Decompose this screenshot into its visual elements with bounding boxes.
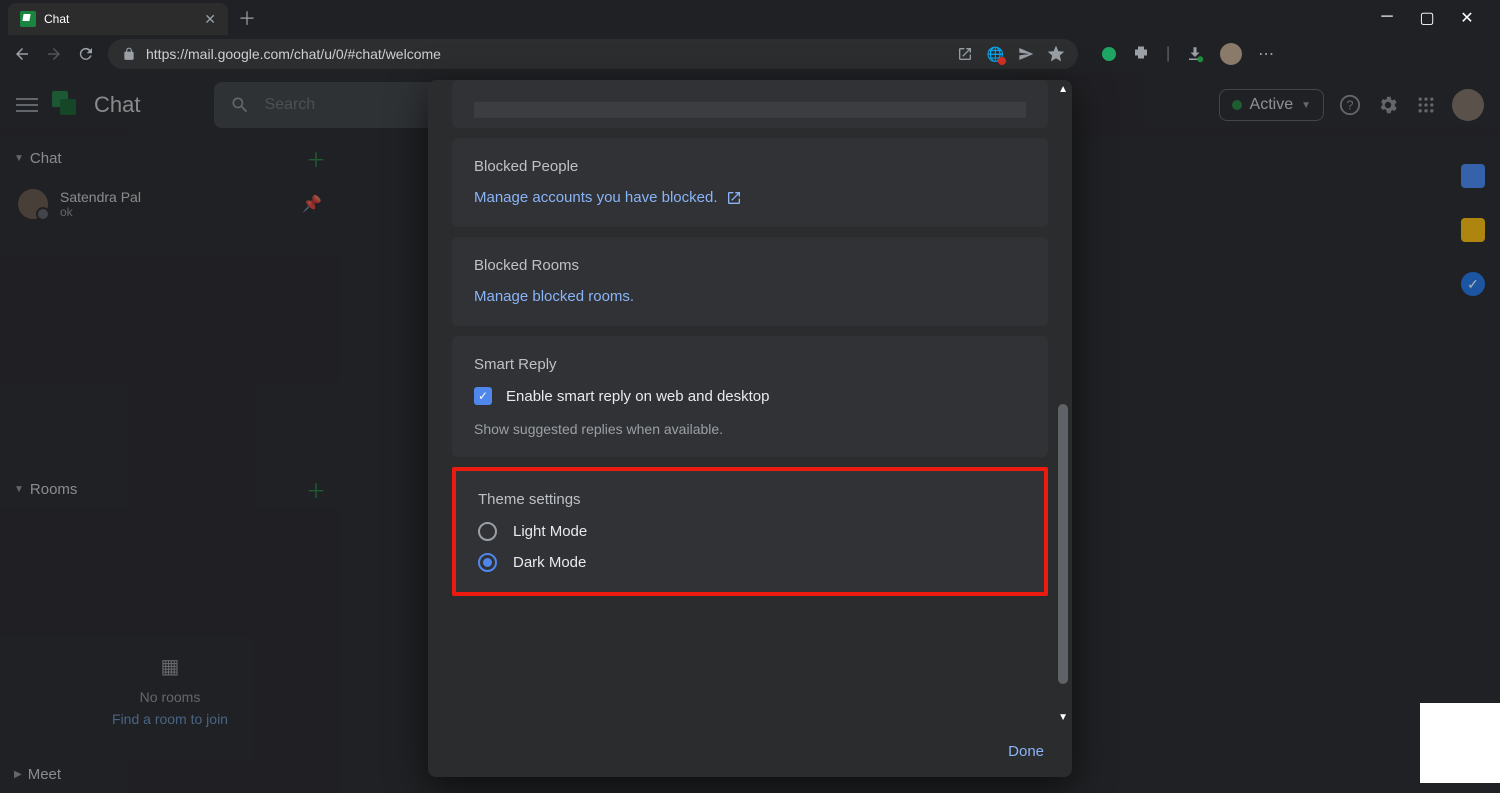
chevron-down-icon: ▼: [14, 153, 24, 164]
app-title: Chat: [94, 92, 140, 118]
close-window-button[interactable]: ✕: [1457, 8, 1477, 28]
find-room-link[interactable]: Find a room to join: [0, 711, 340, 727]
rooms-empty-state: ▦ No rooms Find a room to join: [0, 654, 340, 727]
status-label: Active: [1250, 96, 1294, 114]
new-tab-button[interactable]: ＋: [238, 5, 256, 31]
add-room-button[interactable]: ＋: [306, 475, 326, 504]
rooms-empty-icon: ▦: [0, 654, 340, 679]
rooms-section-label: Rooms: [30, 481, 78, 498]
main-menu-button[interactable]: [16, 98, 38, 112]
keep-sidepanel-icon[interactable]: [1461, 218, 1485, 242]
search-icon: [230, 95, 250, 115]
meet-section-header[interactable]: ▶ Meet: [0, 756, 340, 793]
tab-title: Chat: [44, 12, 196, 26]
minimize-button[interactable]: ─: [1377, 8, 1397, 28]
chat-favicon: [20, 11, 36, 27]
rooms-section-header[interactable]: ▼ Rooms ＋: [0, 465, 340, 514]
chat-section-label: Chat: [30, 150, 62, 167]
meet-section-label: Meet: [28, 766, 61, 783]
manage-blocked-rooms-link[interactable]: Manage blocked rooms.: [474, 288, 634, 305]
window-controls: ─ ▢ ✕: [1377, 8, 1492, 28]
dark-mode-radio-row[interactable]: Dark Mode: [478, 553, 1022, 572]
extension-dot-icon[interactable]: [1102, 47, 1116, 61]
add-chat-button[interactable]: ＋: [306, 144, 326, 173]
external-link-icon: [726, 190, 742, 206]
tab-bar: Chat ✕ ＋ ─ ▢ ✕: [0, 0, 1500, 35]
chevron-down-icon: ▼: [1301, 100, 1311, 111]
refresh-button[interactable]: [76, 44, 96, 64]
chevron-down-icon: ▼: [14, 484, 24, 495]
theme-settings-card: Theme settings Light Mode Dark Mode: [452, 467, 1048, 596]
blocked-rooms-title: Blocked Rooms: [474, 257, 1026, 274]
contact-avatar: [18, 189, 48, 219]
open-external-icon[interactable]: [957, 46, 973, 62]
lock-icon: [122, 47, 136, 61]
light-mode-radio-row[interactable]: Light Mode: [478, 522, 1022, 541]
status-dot-icon: [1232, 100, 1242, 110]
profile-avatar-icon[interactable]: [1220, 43, 1242, 65]
light-mode-label: Light Mode: [513, 523, 587, 540]
pin-icon[interactable]: 📌: [302, 194, 322, 214]
chat-logo-icon: [52, 91, 80, 119]
back-button[interactable]: [12, 44, 32, 64]
settings-gear-icon[interactable]: [1376, 93, 1400, 117]
extensions-icon[interactable]: [1132, 45, 1150, 63]
smart-reply-checkbox-label: Enable smart reply on web and desktop: [506, 388, 770, 405]
settings-dialog: ▲ ▼ Blocked People Manage accounts you h…: [428, 80, 1072, 777]
browser-tab[interactable]: Chat ✕: [8, 3, 228, 35]
manage-blocked-people-link[interactable]: Manage accounts you have blocked.: [474, 189, 742, 206]
maximize-button[interactable]: ▢: [1417, 8, 1437, 28]
url-text: https://mail.google.com/chat/u/0/#chat/w…: [146, 46, 441, 62]
tasks-sidepanel-icon[interactable]: ✓: [1461, 272, 1485, 296]
dark-mode-label: Dark Mode: [513, 554, 586, 571]
calendar-sidepanel-icon[interactable]: [1461, 164, 1485, 188]
adblock-icon[interactable]: 🌐: [987, 46, 1004, 63]
status-chip[interactable]: Active ▼: [1219, 89, 1324, 121]
url-bar[interactable]: https://mail.google.com/chat/u/0/#chat/w…: [108, 39, 1078, 69]
partial-card-top: [452, 80, 1048, 128]
smart-reply-description: Show suggested replies when available.: [474, 421, 1026, 437]
svg-text:?: ?: [1346, 98, 1353, 113]
smart-reply-title: Smart Reply: [474, 356, 1026, 373]
chevron-right-icon: ▶: [14, 769, 22, 780]
dark-mode-radio[interactable]: [478, 553, 497, 572]
dialog-scrollbar[interactable]: ▲ ▼: [1058, 84, 1068, 723]
help-icon[interactable]: ?: [1338, 93, 1362, 117]
blocked-people-card: Blocked People Manage accounts you have …: [452, 138, 1048, 227]
contact-snippet: ok: [60, 205, 141, 219]
blocked-rooms-card: Blocked Rooms Manage blocked rooms.: [452, 237, 1048, 326]
downloads-icon[interactable]: [1186, 45, 1204, 63]
contact-name: Satendra Pal: [60, 189, 141, 205]
send-icon[interactable]: [1018, 46, 1034, 62]
done-button[interactable]: Done: [1008, 743, 1044, 760]
account-avatar[interactable]: [1452, 89, 1484, 121]
no-rooms-label: No rooms: [0, 689, 340, 705]
theme-title: Theme settings: [478, 491, 1022, 508]
close-tab-icon[interactable]: ✕: [204, 11, 216, 28]
browser-menu-icon[interactable]: ⋯: [1258, 44, 1274, 64]
forward-button[interactable]: [44, 44, 64, 64]
favorite-icon[interactable]: [1048, 46, 1064, 62]
apps-grid-icon[interactable]: [1414, 93, 1438, 117]
blocked-people-title: Blocked People: [474, 158, 1026, 175]
light-mode-radio[interactable]: [478, 522, 497, 541]
watermark-square: [1420, 703, 1500, 783]
chat-list-item[interactable]: Satendra Pal ok 📌: [0, 183, 340, 225]
smart-reply-card: Smart Reply ✓ Enable smart reply on web …: [452, 336, 1048, 457]
smart-reply-checkbox[interactable]: ✓: [474, 387, 492, 405]
chat-section-header[interactable]: ▼ Chat ＋: [0, 134, 340, 183]
